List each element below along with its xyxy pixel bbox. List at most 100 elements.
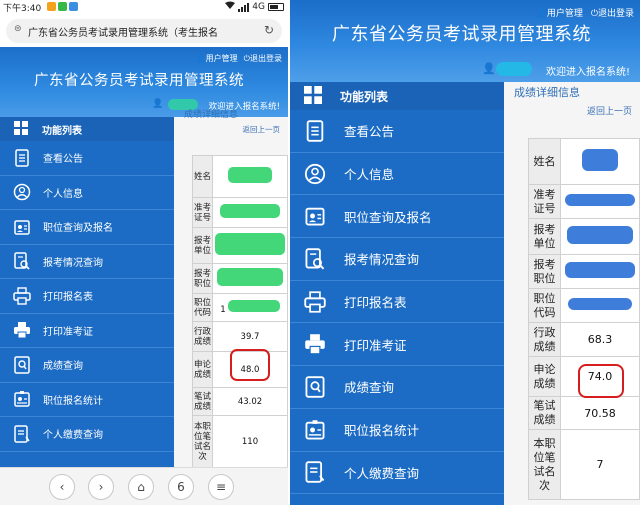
table-row: 本职位笔试名次 7 <box>528 429 640 500</box>
sidebar-item-label: 职位报名统计 <box>43 395 103 407</box>
sidebar-header-label: 功能列表 <box>42 125 82 137</box>
app-notification-icon <box>47 2 56 11</box>
table-row: 姓名 <box>528 138 640 185</box>
sidebar-item-label: 报考情况查询 <box>344 252 420 268</box>
back-link[interactable]: 返回上一页 <box>587 104 632 117</box>
row-value: 43.02 <box>212 387 288 416</box>
home-button[interactable]: ⌂ <box>128 474 154 500</box>
back-button[interactable]: ‹ <box>49 474 75 500</box>
row-label: 姓名 <box>192 155 213 198</box>
sidebar-item-label: 打印准考证 <box>344 337 407 353</box>
search-report-icon <box>304 376 326 398</box>
table-row: 报考职位 <box>192 263 288 294</box>
user-icon: 👤 <box>482 62 496 75</box>
sidebar-item-grade-query[interactable]: 成绩查询 <box>290 366 504 409</box>
redacted-value <box>217 268 283 286</box>
id-card-icon <box>304 205 326 227</box>
user-manage-link[interactable]: 👤用户管理 <box>536 6 583 19</box>
sidebar-item-personal-info[interactable]: 个人信息 <box>290 153 504 196</box>
highlight-circle <box>578 364 624 398</box>
printer-filled-icon <box>304 333 326 355</box>
tabs-button[interactable]: 6 <box>168 474 194 500</box>
function-sidebar: 功能列表 查看公告 个人信息 职位查询及报名 报考情况查询 打印报名表 打印准考… <box>0 117 174 467</box>
row-label: 职位代码 <box>192 293 213 322</box>
table-row: 报考单位 <box>528 218 640 255</box>
battery-icon <box>268 3 284 11</box>
logout-link[interactable]: ⏻退出登录 <box>244 53 282 64</box>
sidebar-item-print-admission[interactable]: 打印准考证 <box>0 314 174 348</box>
sidebar-item-announcements[interactable]: 查看公告 <box>0 141 174 176</box>
sidebar-item-label: 报考情况查询 <box>43 257 103 269</box>
row-label: 本职位笔试名次 <box>192 415 213 468</box>
sidebar-item-payment-query[interactable]: 个人缴费查询 <box>0 417 174 452</box>
sidebar-item-print-application[interactable]: 打印报名表 <box>0 279 174 314</box>
row-label: 行政成绩 <box>192 321 213 352</box>
sidebar-item-label: 成绩查询 <box>43 361 83 373</box>
sidebar-header: 功能列表 <box>290 82 504 110</box>
sidebar-item-application-status[interactable]: 报考情况查询 <box>0 245 174 279</box>
row-label: 报考单位 <box>192 227 213 264</box>
sidebar-item-position-query[interactable]: 职位查询及报名 <box>0 210 174 245</box>
logout-link[interactable]: ⏻退出登录 <box>591 6 634 19</box>
user-manage-link[interactable]: 👤用户管理 <box>196 53 238 64</box>
search-document-icon <box>304 248 326 270</box>
site-banner: 👤用户管理 ⏻退出登录 广东省公务员考试录用管理系统 👤 欢迎进入报名系统! <box>0 47 288 117</box>
forward-button[interactable]: › <box>88 474 114 500</box>
row-value: 7 <box>560 429 640 500</box>
sidebar-item-position-stats[interactable]: 职位报名统计 <box>290 409 504 452</box>
status-right: 4G <box>225 1 284 13</box>
sidebar-item-grade-query[interactable]: 成绩查询 <box>0 348 174 383</box>
table-row: 准考证号 <box>528 184 640 219</box>
url-bar[interactable]: ⊜ 广东省公务员考试录用管理系统（考生报名 ↻ <box>6 19 282 43</box>
redacted-value <box>565 262 635 278</box>
row-value: 68.3 <box>560 322 640 357</box>
sidebar-item-label: 查看公告 <box>43 154 83 166</box>
redacted-value <box>567 226 633 244</box>
site-info-icon[interactable]: ⊜ <box>14 24 22 34</box>
table-row: 职位代码 1 <box>192 293 288 322</box>
notification-icons <box>47 2 78 11</box>
row-label: 姓名 <box>528 138 561 185</box>
sidebar-item-announcements[interactable]: 查看公告 <box>290 110 504 153</box>
redacted-value <box>227 300 280 312</box>
id-card-icon <box>13 218 31 236</box>
header-links: 👤用户管理 ⏻退出登录 <box>536 6 634 19</box>
page-title: 成绩详细信息 <box>514 86 580 99</box>
sidebar-item-label: 打印准考证 <box>43 326 93 338</box>
sidebar-item-print-application[interactable]: 打印报名表 <box>290 281 504 324</box>
sidebar-item-payment-query[interactable]: 个人缴费查询 <box>290 452 504 495</box>
table-row: 笔试成绩 43.02 <box>192 387 288 416</box>
user-circle-icon <box>304 163 326 185</box>
url-text[interactable]: 广东省公务员考试录用管理系统（考生报名 <box>28 24 256 39</box>
sidebar-item-print-admission[interactable]: 打印准考证 <box>290 323 504 367</box>
back-link[interactable]: 返回上一页 <box>243 124 281 135</box>
sidebar-item-position-query[interactable]: 职位查询及报名 <box>290 195 504 239</box>
sidebar-item-label: 个人缴费查询 <box>43 430 103 442</box>
table-row: 行政成绩 68.3 <box>528 322 640 357</box>
table-row: 行政成绩 39.7 <box>192 321 288 352</box>
sidebar-item-label: 个人信息 <box>43 188 83 200</box>
printer-icon <box>304 290 326 313</box>
row-value <box>560 254 640 289</box>
redacted-username <box>496 62 532 76</box>
search-report-icon <box>13 356 31 374</box>
sidebar-item-personal-info[interactable]: 个人信息 <box>0 176 174 210</box>
row-value: 110 <box>212 415 288 468</box>
welcome-text: 欢迎进入报名系统! <box>545 67 630 78</box>
redacted-value <box>220 204 280 218</box>
sidebar-item-label: 打印报名表 <box>43 292 93 304</box>
function-sidebar: 功能列表 查看公告 个人信息 职位查询及报名 报考情况查询 打印报名表 打印准考… <box>290 82 504 505</box>
sidebar-item-position-stats[interactable]: 职位报名统计 <box>0 383 174 417</box>
menu-button[interactable]: ≡ <box>208 474 234 500</box>
sidebar-item-application-status[interactable]: 报考情况查询 <box>290 238 504 281</box>
search-document-icon <box>13 252 31 270</box>
table-row: 职位代码 <box>528 288 640 323</box>
sidebar-item-label: 个人缴费查询 <box>344 465 420 481</box>
row-label: 准考证号 <box>192 197 213 228</box>
reload-icon[interactable]: ↻ <box>264 23 274 37</box>
redacted-value <box>565 194 635 206</box>
redacted-value <box>568 298 632 310</box>
site-banner: 👤用户管理 ⏻退出登录 广东省公务员考试录用管理系统 👤 欢迎进入报名系统! <box>290 0 640 82</box>
table-row: 笔试成绩 70.58 <box>528 396 640 430</box>
sidebar-item-label: 查看公告 <box>344 124 395 140</box>
